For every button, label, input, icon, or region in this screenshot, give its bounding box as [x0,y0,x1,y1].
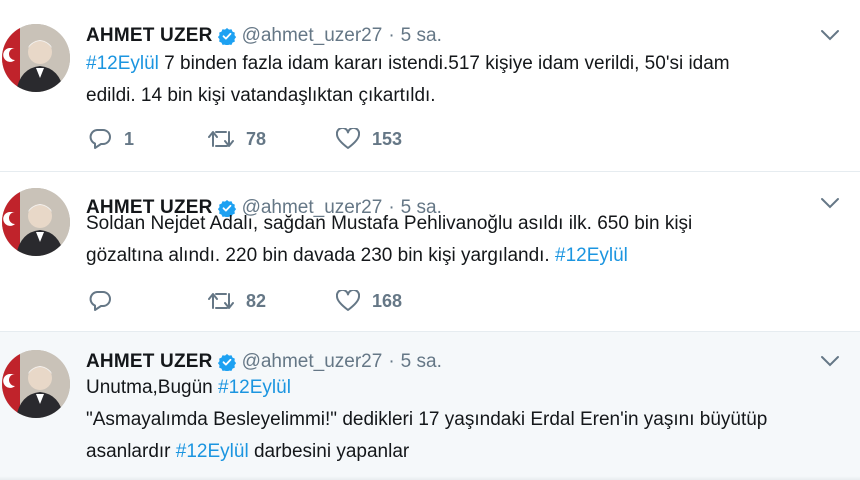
separator-dot: · [388,25,395,46]
hashtag-link[interactable]: #12Eylül [176,441,249,462]
verified-badge-icon [217,27,236,47]
user-name[interactable]: AHMET UZER [86,351,213,373]
retweet-count: 78 [246,128,267,149]
retweet-icon [208,129,234,149]
user-handle[interactable]: @ahmet_uzer27 [242,25,383,47]
tweet-text-line: asanlardır #12Eylül darbesini yapanlar [86,436,826,468]
tweet[interactable]: AHMET UZER @ahmet_uzer27 · 5 sa. Unutma,… [0,332,860,480]
tweet-text-line: Soldan Nejdet Adalı, sağdan Mustafa Pehl… [86,213,693,234]
tweet-actions: 1 78 153 [88,128,456,150]
reply-button[interactable]: 1 [88,128,208,150]
like-count: 153 [372,128,403,149]
hashtag-link[interactable]: #12Eylül [86,53,159,74]
tweet-text-fragment: Unutma,Bugün [86,377,219,398]
tweet-text: Unutma,Bugün #12Eylül "Asmayalımda Besle… [86,372,826,468]
heart-icon [336,290,360,312]
tweet[interactable]: AHMET UZER @ahmet_uzer27 · 5 sa. #12Eylü… [0,0,860,172]
verified-badge-icon [217,353,236,373]
tweet-text: Soldan Nejdet Adalı, sağdan Mustafa Pehl… [86,208,826,272]
hashtag-link[interactable]: #12Eylül [555,245,628,266]
tweet[interactable]: AHMET UZER @ahmet_uzer27 · 5 sa. Soldan … [0,172,860,332]
retweet-count: 82 [246,290,267,311]
tweet-text-line: #12Eylül 7 binden fazla idam kararı iste… [86,48,826,80]
timestamp[interactable]: 5 sa. [401,351,442,373]
tweet-actions: 82 168 [88,290,456,312]
reply-icon [88,290,112,312]
heart-icon [336,128,360,150]
tweet-text-fragment: darbesini yapanlar [248,441,410,462]
avatar[interactable] [2,350,70,418]
chevron-down-icon[interactable] [820,354,840,368]
tweet-text: #12Eylül 7 binden fazla idam kararı iste… [86,48,826,112]
tweet-text-line: edildi. 14 bin kişi vatandaşlıktan çıkar… [86,85,436,106]
user-name[interactable]: AHMET UZER [86,25,213,47]
like-count: 168 [372,290,403,311]
tweet-text-fragment: asanlardır [86,441,176,462]
reply-count: 1 [124,128,135,149]
reply-icon [88,128,112,150]
chevron-down-icon[interactable] [820,28,840,42]
tweet-text-fragment: 7 binden fazla idam kararı istendi.517 k… [158,53,730,74]
avatar[interactable] [2,24,70,92]
retweet-button[interactable]: 78 [208,129,336,150]
like-button[interactable]: 153 [336,128,456,150]
retweet-icon [208,291,234,311]
tweet-text-line: "Asmayalımda Besleyelimmi!" dedikleri 17… [86,409,768,430]
like-button[interactable]: 168 [336,290,456,312]
timestamp[interactable]: 5 sa. [401,25,442,47]
tweet-text-line: Unutma,Bugün #12Eylül [86,372,826,404]
avatar[interactable] [2,188,70,256]
separator-dot: · [388,351,395,372]
tweet-text-line: gözaltına alındı. 220 bin davada 230 bin… [86,240,826,272]
timeline: AHMET UZER @ahmet_uzer27 · 5 sa. #12Eylü… [0,0,860,480]
reply-button[interactable] [88,290,208,312]
tweet-header: AHMET UZER @ahmet_uzer27 · 5 sa. [86,22,442,50]
user-handle[interactable]: @ahmet_uzer27 [242,351,383,373]
retweet-button[interactable]: 82 [208,291,336,312]
hashtag-link[interactable]: #12Eylül [218,377,291,398]
tweet-text-fragment: gözaltına alındı. 220 bin davada 230 bin… [86,245,555,266]
